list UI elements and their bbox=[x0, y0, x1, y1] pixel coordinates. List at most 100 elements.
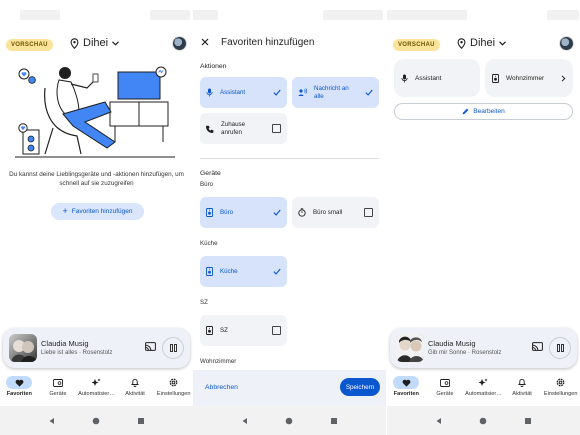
device-tile-buero[interactable]: Büro bbox=[200, 197, 287, 228]
home-illustration bbox=[15, 66, 175, 158]
nav-automations[interactable]: Automatisier… bbox=[77, 376, 116, 406]
device-tile-kueche[interactable]: Küche bbox=[200, 256, 287, 287]
nav-label: Einstellungen bbox=[156, 391, 191, 397]
action-tile-call-home[interactable]: Zuhause anrufen bbox=[200, 113, 287, 144]
cancel-button[interactable]: Abbrechen bbox=[205, 384, 238, 391]
sparkle-icon bbox=[91, 378, 101, 386]
sparkle-icon bbox=[478, 378, 488, 386]
home-selector[interactable]: Dihei bbox=[457, 37, 507, 49]
media-player-card[interactable]: Claudia Musig Liebe ist alles · Rosensto… bbox=[3, 328, 190, 368]
speaker-icon bbox=[492, 73, 499, 83]
favorite-label: Assistant bbox=[415, 74, 442, 82]
checkbox[interactable] bbox=[272, 124, 281, 133]
back-icon[interactable] bbox=[435, 417, 443, 425]
checkmark-icon bbox=[365, 89, 373, 96]
home-name: Dihei bbox=[470, 37, 496, 49]
account-avatar[interactable] bbox=[559, 36, 574, 51]
chevron-down-icon bbox=[112, 40, 120, 46]
nav-favorites[interactable]: Favoriten bbox=[387, 376, 426, 406]
top-bar: VORSCHAU Dihei bbox=[6, 34, 187, 56]
home-icon[interactable] bbox=[92, 417, 100, 425]
media-player-card[interactable]: Claudia Musig Gib mir Sonne · Rosenstolz bbox=[390, 328, 577, 368]
device-tile-sz[interactable]: SZ bbox=[200, 315, 287, 346]
status-bar bbox=[547, 10, 579, 20]
track-artist: Claudia Musig bbox=[428, 339, 476, 348]
section-heading-actions: Aktionen bbox=[200, 63, 227, 70]
nav-devices[interactable]: Geräte bbox=[39, 376, 78, 406]
timer-icon bbox=[298, 208, 306, 217]
status-bar bbox=[193, 10, 218, 20]
pause-icon bbox=[556, 344, 564, 352]
divider bbox=[200, 158, 379, 159]
mic-icon bbox=[401, 74, 408, 82]
bottom-navigation: Favoriten Geräte Automatisier… Aktivität… bbox=[387, 376, 580, 406]
edit-button[interactable]: Bearbeiten bbox=[394, 103, 573, 120]
pause-button[interactable] bbox=[162, 337, 184, 359]
system-navigation bbox=[0, 406, 193, 435]
nav-favorites[interactable]: Favoriten bbox=[0, 376, 39, 406]
back-icon[interactable] bbox=[48, 417, 56, 425]
nav-activity[interactable]: Aktivität bbox=[116, 376, 155, 406]
heart-icon bbox=[402, 379, 411, 387]
dialog-footer: Abbrechen Speichern bbox=[193, 370, 386, 406]
nav-label: Geräte bbox=[436, 391, 454, 397]
album-cover bbox=[396, 334, 424, 362]
nav-automations[interactable]: Automatisier… bbox=[464, 376, 503, 406]
nav-label: Automatisier… bbox=[78, 391, 115, 397]
gear-icon bbox=[556, 378, 565, 387]
mic-icon bbox=[206, 88, 213, 97]
checkmark-icon bbox=[273, 89, 281, 96]
chevron-right-icon bbox=[561, 74, 566, 82]
preview-badge: VORSCHAU bbox=[6, 39, 53, 51]
location-pin-icon bbox=[457, 37, 466, 49]
device-tile-buero-small[interactable]: Büro small bbox=[292, 197, 379, 228]
home-selector[interactable]: Dihei bbox=[70, 37, 120, 49]
home-icon[interactable] bbox=[479, 417, 487, 425]
device-label: SZ bbox=[220, 326, 228, 334]
location-pin-icon bbox=[70, 37, 79, 49]
devices-icon bbox=[439, 378, 450, 387]
nav-settings[interactable]: Einstellungen bbox=[154, 376, 193, 406]
pause-icon bbox=[169, 344, 177, 352]
system-navigation bbox=[387, 406, 580, 435]
recents-icon[interactable] bbox=[330, 417, 338, 425]
close-icon[interactable] bbox=[201, 38, 209, 46]
bell-icon bbox=[518, 378, 527, 387]
checkbox[interactable] bbox=[272, 326, 281, 335]
action-label: Assistant bbox=[220, 88, 246, 96]
save-button[interactable]: Speichern bbox=[340, 378, 380, 396]
favorite-tile-assistant[interactable]: Assistant bbox=[394, 59, 480, 97]
dialog-header: Favoriten hinzufügen bbox=[201, 35, 378, 49]
nav-label: Favoriten bbox=[6, 391, 32, 397]
back-icon[interactable] bbox=[241, 417, 249, 425]
add-favorites-button[interactable]: + Favoriten hinzufügen bbox=[51, 203, 144, 220]
section-heading-devices: Geräte bbox=[200, 170, 221, 177]
nav-settings[interactable]: Einstellungen bbox=[541, 376, 580, 406]
add-favorites-screen: Favoriten hinzufügen Aktionen Assistant … bbox=[193, 0, 386, 435]
preview-badge: VORSCHAU bbox=[393, 39, 440, 51]
recents-icon[interactable] bbox=[524, 417, 532, 425]
checkbox[interactable] bbox=[364, 208, 373, 217]
cast-icon[interactable] bbox=[532, 342, 543, 351]
recents-icon[interactable] bbox=[137, 417, 145, 425]
favorite-tile-wohnzimmer[interactable]: Wohnzimmer bbox=[485, 59, 573, 97]
album-cover bbox=[9, 334, 37, 362]
pause-button[interactable] bbox=[549, 337, 571, 359]
action-tile-broadcast[interactable]: Nachricht an alle bbox=[292, 77, 379, 108]
nav-label: Favoriten bbox=[393, 391, 419, 397]
edit-label: Bearbeiten bbox=[473, 108, 505, 115]
nav-label: Aktivität bbox=[125, 391, 145, 397]
home-icon[interactable] bbox=[285, 417, 293, 425]
device-label: Küche bbox=[220, 267, 238, 275]
track-artist: Claudia Musig bbox=[41, 339, 89, 348]
status-bar bbox=[20, 10, 60, 20]
account-avatar[interactable] bbox=[172, 36, 187, 51]
nav-devices[interactable]: Geräte bbox=[426, 376, 465, 406]
favorites-screen: VORSCHAU Dihei Assistant Wohnzimmer Bear… bbox=[387, 0, 580, 435]
phone-icon bbox=[206, 125, 214, 133]
cast-icon[interactable] bbox=[145, 342, 156, 351]
room-heading: Küche bbox=[200, 240, 218, 247]
bell-icon bbox=[131, 378, 140, 387]
action-tile-assistant[interactable]: Assistant bbox=[200, 77, 287, 108]
nav-activity[interactable]: Aktivität bbox=[503, 376, 542, 406]
